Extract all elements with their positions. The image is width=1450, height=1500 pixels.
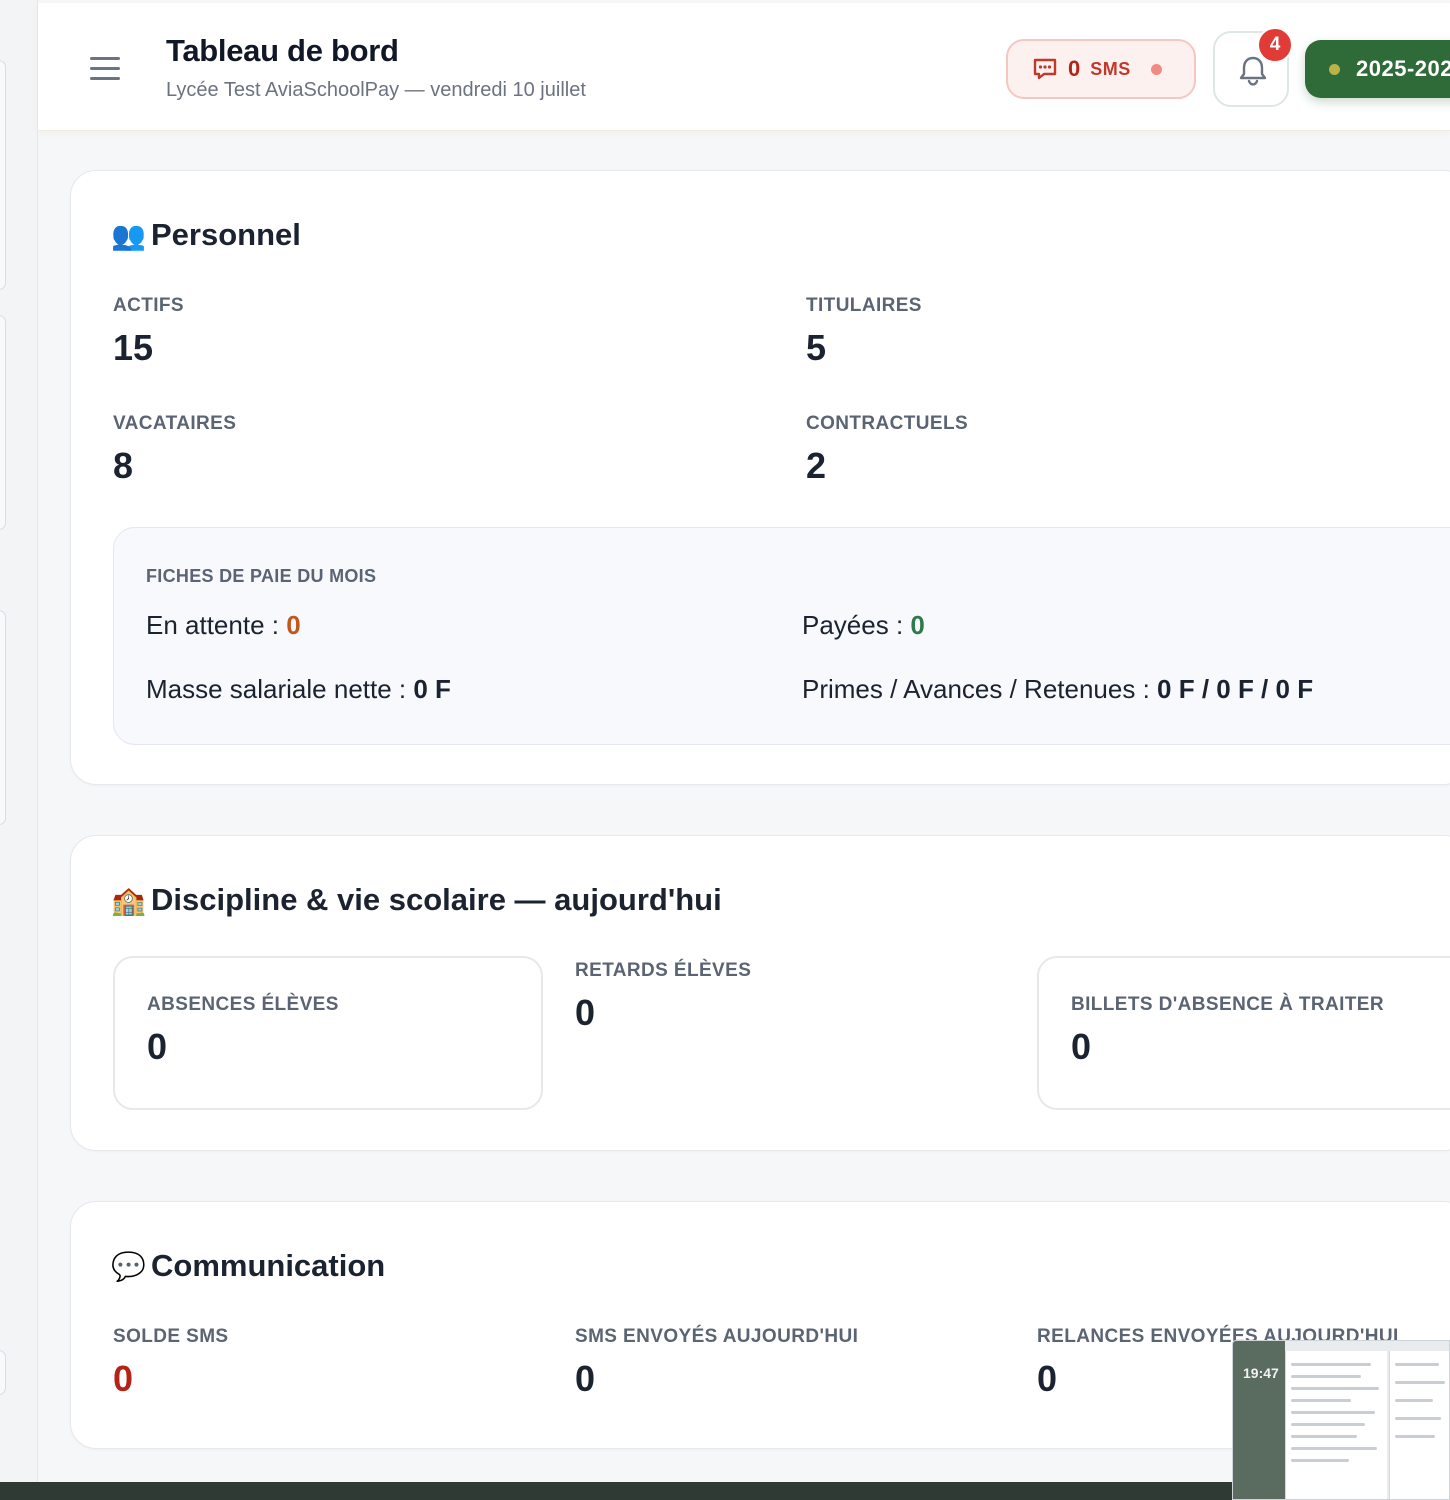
stat-label: BILLETS D'ABSENCE À TRAITER: [1071, 994, 1384, 1015]
notifications-button[interactable]: 4: [1213, 27, 1293, 107]
personnel-card: 👥 Personnel ACTIFS 15 TITULAIRES 5 VACAT…: [70, 170, 1450, 785]
thumbnail-line: [1291, 1435, 1357, 1438]
pending-value: 0: [286, 610, 301, 640]
thumbnail-clock: 19:47: [1243, 1365, 1279, 1381]
sms-label: SMS: [1090, 58, 1131, 79]
stat-value: 2: [806, 445, 827, 486]
stat-retards: RETARDS ÉLÈVES 0: [575, 960, 751, 1034]
stat-value: 8: [113, 445, 134, 486]
stat-value: 15: [113, 327, 154, 368]
stat-contractuels: CONTRACTUELS 2: [806, 413, 968, 487]
sidebar-tab[interactable]: [0, 315, 6, 530]
school-year-label: 2025-2026: [1356, 56, 1450, 81]
stat-label: VACATAIRES: [113, 413, 237, 434]
sidebar-tab[interactable]: [0, 60, 6, 290]
paid-value: 0: [910, 610, 925, 640]
thumbnail-line: [1291, 1411, 1375, 1414]
stat-label: SMS ENVOYÉS AUJOURD'HUI: [575, 1326, 859, 1347]
stat-label: CONTRACTUELS: [806, 413, 969, 434]
stat-actifs: ACTIFS 15: [113, 295, 184, 369]
menu-icon[interactable]: [90, 55, 122, 83]
stat-label: TITULAIRES: [806, 295, 922, 316]
discipline-title: 🏫 Discipline & vie scolaire — aujourd'hu…: [111, 882, 722, 918]
sms-balance-button[interactable]: 0 SMS: [1006, 39, 1196, 99]
discipline-title-text: Discipline & vie scolaire — aujourd'hui: [151, 882, 722, 917]
left-sidebar-edge: [0, 0, 38, 1482]
paid-label: Payées :: [802, 610, 911, 640]
thumbnail-line: [1291, 1399, 1351, 1402]
absences-box[interactable]: ABSENCES ÉLÈVES 0: [113, 956, 543, 1110]
payroll-heading: FICHES DE PAIE DU MOIS: [146, 566, 377, 586]
personnel-title: 👥 Personnel: [111, 217, 301, 253]
thumbnail-pane: [1389, 1351, 1449, 1499]
payroll-extras: Primes / Avances / Retenues : 0 F / 0 F …: [802, 674, 1313, 705]
top-bar: Tableau de bord Lycée Test AviaSchoolPay…: [38, 3, 1450, 131]
stat-value: 0: [575, 1358, 596, 1399]
notification-count-badge: 4: [1257, 27, 1293, 63]
discipline-card: 🏫 Discipline & vie scolaire — aujourd'hu…: [70, 835, 1450, 1151]
personnel-title-text: Personnel: [151, 217, 301, 252]
stat-absences: ABSENCES ÉLÈVES 0: [147, 994, 339, 1068]
stat-label: ACTIFS: [113, 295, 185, 316]
payroll-summary: FICHES DE PAIE DU MOIS En attente : 0 Pa…: [113, 527, 1450, 745]
stat-value: 0: [1071, 1026, 1092, 1067]
absence-slips-box[interactable]: BILLETS D'ABSENCE À TRAITER 0: [1037, 956, 1450, 1110]
thumbnail-line: [1291, 1423, 1365, 1426]
stat-vacataires: VACATAIRES 8: [113, 413, 236, 487]
thumbnail-line: [1291, 1363, 1371, 1366]
thumbnail-line: [1291, 1447, 1377, 1450]
sidebar-tab[interactable]: [0, 610, 6, 825]
payroll-net: Masse salariale nette : 0 F: [146, 674, 451, 705]
payroll-paid: Payées : 0: [802, 610, 925, 641]
extras-label: Primes / Avances / Retenues :: [802, 674, 1158, 704]
stat-label: ABSENCES ÉLÈVES: [147, 994, 339, 1015]
school-year-selector[interactable]: 2025-2026: [1305, 40, 1450, 98]
thumbnail-line: [1291, 1387, 1379, 1390]
extras-value: 0 F / 0 F / 0 F: [1157, 674, 1314, 704]
page-subtitle: Lycée Test AviaSchoolPay — vendredi 10 j…: [166, 79, 586, 101]
payroll-pending: En attente : 0: [146, 610, 301, 641]
message-icon: [1033, 58, 1057, 80]
page-title: Tableau de bord: [166, 33, 399, 68]
communication-title: 💬 Communication: [111, 1248, 385, 1284]
sms-count: 0: [1068, 56, 1081, 81]
sidebar-tab[interactable]: [0, 1350, 6, 1395]
screenshot-thumbnail[interactable]: 19:47: [1232, 1340, 1450, 1500]
thumbnail-line: [1395, 1417, 1441, 1420]
thumbnail-line: [1395, 1435, 1435, 1438]
speech-bubble-icon: 💬: [111, 1250, 146, 1282]
pending-label: En attente :: [146, 610, 287, 640]
net-value: 0 F: [413, 674, 451, 704]
thumbnail-line: [1395, 1399, 1433, 1402]
thumbnail-line: [1395, 1363, 1439, 1366]
stat-label: RETARDS ÉLÈVES: [575, 960, 752, 981]
stat-value: 0: [575, 992, 596, 1033]
stat-titulaires: TITULAIRES 5: [806, 295, 922, 369]
net-label: Masse salariale nette :: [146, 674, 414, 704]
stat-value: 5: [806, 327, 827, 368]
stat-billets: BILLETS D'ABSENCE À TRAITER 0: [1071, 994, 1384, 1068]
thumbnail-line: [1291, 1375, 1361, 1378]
stat-sms-sent: SMS ENVOYÉS AUJOURD'HUI 0: [575, 1326, 858, 1400]
school-icon: 🏫: [111, 884, 146, 916]
stat-value: 0: [147, 1026, 168, 1067]
year-status-dot: [1329, 63, 1340, 75]
people-icon: 👥: [111, 219, 146, 251]
thumbnail-line: [1291, 1459, 1349, 1462]
thumbnail-line: [1395, 1381, 1445, 1384]
stat-label: SOLDE SMS: [113, 1326, 229, 1347]
communication-title-text: Communication: [151, 1248, 386, 1283]
stat-value: 0: [113, 1358, 134, 1399]
stat-sms-balance: SOLDE SMS 0: [113, 1326, 229, 1400]
sms-status-dot: [1150, 63, 1162, 75]
